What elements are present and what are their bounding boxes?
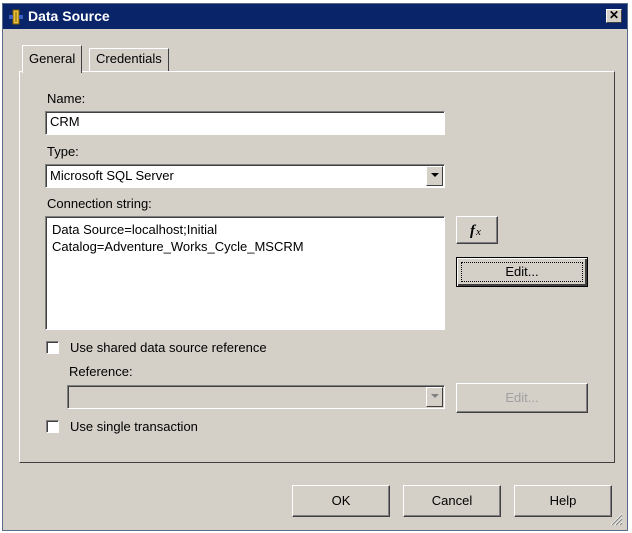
type-select[interactable]: Microsoft SQL Server	[45, 164, 445, 188]
connection-string-line: Data Source=localhost;Initial	[52, 222, 218, 237]
close-icon: ✕	[608, 8, 620, 22]
shared-reference-label: Use shared data source reference	[70, 340, 267, 355]
type-select-value: Microsoft SQL Server	[50, 168, 174, 183]
chevron-down-icon	[431, 394, 439, 398]
connection-string-line: Catalog=Adventure_Works_Cycle_MSCRM	[52, 239, 304, 254]
svg-text:x: x	[475, 226, 481, 238]
cancel-button[interactable]: Cancel	[403, 485, 501, 517]
shared-reference-checkbox[interactable]	[46, 341, 59, 354]
window-title: Data Source	[28, 8, 110, 24]
chevron-down-icon	[431, 173, 439, 177]
resize-grip-icon[interactable]	[609, 512, 623, 526]
reference-select[interactable]	[67, 385, 445, 409]
data-source-icon	[9, 9, 23, 25]
name-input[interactable]: CRM	[45, 111, 445, 135]
single-transaction-label: Use single transaction	[70, 419, 198, 434]
data-source-dialog: Data Source ✕ Credentials General Name: …	[2, 3, 628, 531]
connection-string-label: Connection string:	[47, 196, 152, 211]
expression-button[interactable]: f x	[456, 216, 498, 244]
title-bar: Data Source ✕	[3, 4, 627, 29]
ok-button[interactable]: OK	[292, 485, 390, 517]
tab-general[interactable]: General	[22, 45, 83, 73]
name-label: Name:	[47, 91, 86, 106]
edit-connection-button[interactable]: Edit...	[456, 257, 588, 287]
single-transaction-checkbox[interactable]	[46, 420, 59, 433]
reference-dropdown-button[interactable]	[426, 387, 443, 407]
type-label: Type:	[47, 144, 79, 159]
function-icon: f x	[470, 223, 481, 239]
connection-string-input[interactable]: Data Source=localhost;Initial Catalog=Ad…	[45, 216, 445, 330]
close-button[interactable]: ✕	[606, 9, 622, 23]
reference-label: Reference:	[69, 364, 133, 379]
type-dropdown-button[interactable]	[426, 166, 443, 186]
edit-reference-button[interactable]: Edit...	[456, 383, 588, 413]
help-button[interactable]: Help	[514, 485, 612, 517]
tab-credentials[interactable]: Credentials	[89, 48, 169, 72]
